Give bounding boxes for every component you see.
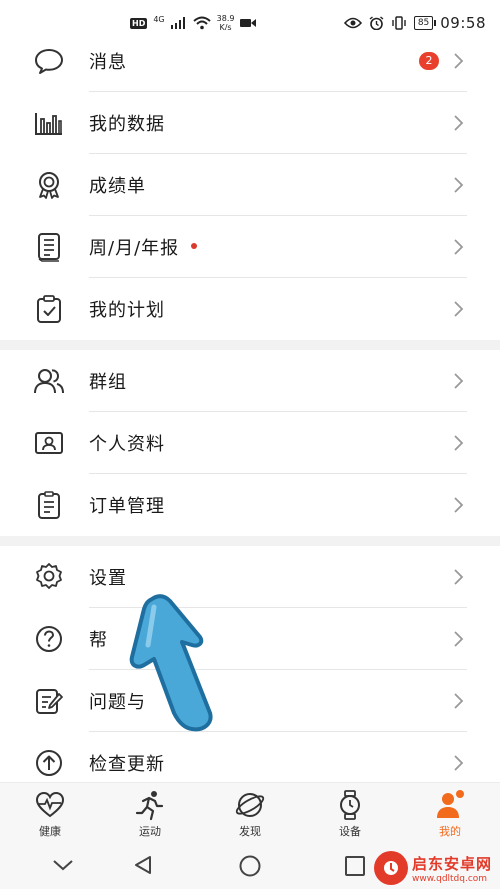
menu-group-1: 消息 2 我的数据 成绩单 周/月/年报 我的计划 [0, 30, 500, 340]
site-watermark: 启东安卓网 www.qdltdq.com [373, 851, 492, 885]
message-icon [32, 44, 66, 78]
vibrate-icon [392, 16, 406, 30]
tab-exercise[interactable]: 运动 [115, 789, 185, 839]
tab-label: 我的 [439, 825, 461, 838]
menu-item-profile[interactable]: 个人资料 [0, 412, 500, 474]
system-navigation-bar: 启东安卓网 www.qdltdq.com [0, 842, 500, 889]
recents-button[interactable] [344, 855, 366, 877]
watermark-logo [373, 851, 408, 885]
chevron-right-icon [454, 569, 464, 585]
chevron-right-icon [454, 631, 464, 647]
chevron-right-icon [454, 693, 464, 709]
hd-badge: HD [130, 17, 148, 29]
menu-item-messages[interactable]: 消息 2 [0, 30, 500, 92]
chevron-right-icon [454, 115, 464, 131]
tab-label: 设备 [339, 825, 361, 838]
tab-label: 发现 [239, 825, 261, 838]
medal-icon [32, 168, 66, 202]
menu-item-label: 检查更新 [89, 754, 165, 775]
home-button[interactable] [238, 854, 262, 878]
planet-icon [235, 793, 265, 817]
chevron-right-icon [454, 301, 464, 317]
chevron-right-icon [454, 53, 464, 69]
menu-item-label: 我的计划 [89, 300, 165, 321]
menu-group-2: 群组 个人资料 订单管理 [0, 350, 500, 536]
runner-icon [135, 791, 164, 821]
report-icon [32, 230, 66, 264]
menu-item-label: 帮 [89, 630, 108, 651]
watermark-title: 启东安卓网 [411, 854, 492, 873]
menu-item-label: 成绩单 [89, 176, 146, 197]
section-gap [0, 536, 500, 546]
menu-item-label: 设置 [89, 568, 127, 589]
menu-item-label: 个人资料 [89, 434, 165, 455]
section-gap [0, 340, 500, 350]
chevron-right-icon [454, 435, 464, 451]
menu-item-my-plan[interactable]: 我的计划 [0, 278, 500, 340]
hide-keyboard-icon[interactable] [52, 858, 74, 872]
chevron-right-icon [454, 497, 464, 513]
network-type: 4G [153, 14, 165, 24]
tab-discover[interactable]: 发现 [215, 789, 285, 839]
profile-card-icon [32, 426, 66, 460]
back-button[interactable] [132, 854, 154, 876]
chevron-right-icon [454, 177, 464, 193]
feedback-icon [32, 684, 66, 718]
gear-icon [32, 560, 66, 594]
eye-icon [343, 17, 362, 29]
battery-indicator: 85 [413, 16, 437, 30]
tab-label: 健康 [39, 825, 61, 838]
tab-label: 运动 [139, 825, 161, 838]
chevron-right-icon [454, 239, 464, 255]
alarm-icon [369, 15, 384, 30]
tab-devices[interactable]: 设备 [315, 789, 385, 839]
bottom-tab-bar: 健康 运动 发现 设备 我的 [0, 782, 500, 842]
menu-item-label: 群组 [89, 372, 127, 393]
menu-item-label: 订单管理 [89, 496, 165, 517]
wifi-icon [192, 16, 211, 30]
menu-item-groups[interactable]: 群组 [0, 350, 500, 412]
watermark-url: www.qdltdq.com [411, 873, 488, 884]
menu-item-label: 消息 [89, 52, 127, 73]
signal-icon [170, 17, 185, 29]
menu-item-reports[interactable]: 周/月/年报 [0, 216, 500, 278]
menu-item-label: 我的数据 [89, 114, 165, 135]
menu-item-transcript[interactable]: 成绩单 [0, 154, 500, 216]
menu-item-label: 问题与 [89, 692, 146, 713]
order-icon [32, 488, 66, 522]
menu-item-feedback[interactable]: 问题与 [0, 670, 500, 732]
tab-health[interactable]: 健康 [15, 789, 85, 839]
chevron-right-icon [454, 755, 464, 771]
menu-item-label: 周/月/年报 [89, 234, 198, 260]
bar-chart-icon [32, 106, 66, 140]
clipboard-check-icon [32, 292, 66, 326]
menu-item-settings[interactable]: 设置 [0, 546, 500, 608]
new-indicator-dot [191, 243, 198, 249]
person-icon [437, 790, 464, 818]
unread-badge: 2 [419, 52, 439, 70]
video-icon [240, 19, 257, 27]
watch-icon [340, 790, 360, 820]
group-icon [32, 364, 66, 398]
update-icon [32, 746, 66, 780]
menu-group-3: 设置 帮 问题与 检查更新 [0, 546, 500, 794]
tab-me[interactable]: 我的 [415, 789, 485, 839]
chevron-right-icon [454, 373, 464, 389]
help-icon [32, 622, 66, 656]
menu-item-my-data[interactable]: 我的数据 [0, 92, 500, 154]
heart-pulse-icon [35, 791, 65, 818]
menu-item-orders[interactable]: 订单管理 [0, 474, 500, 536]
menu-item-help[interactable]: 帮 [0, 608, 500, 670]
